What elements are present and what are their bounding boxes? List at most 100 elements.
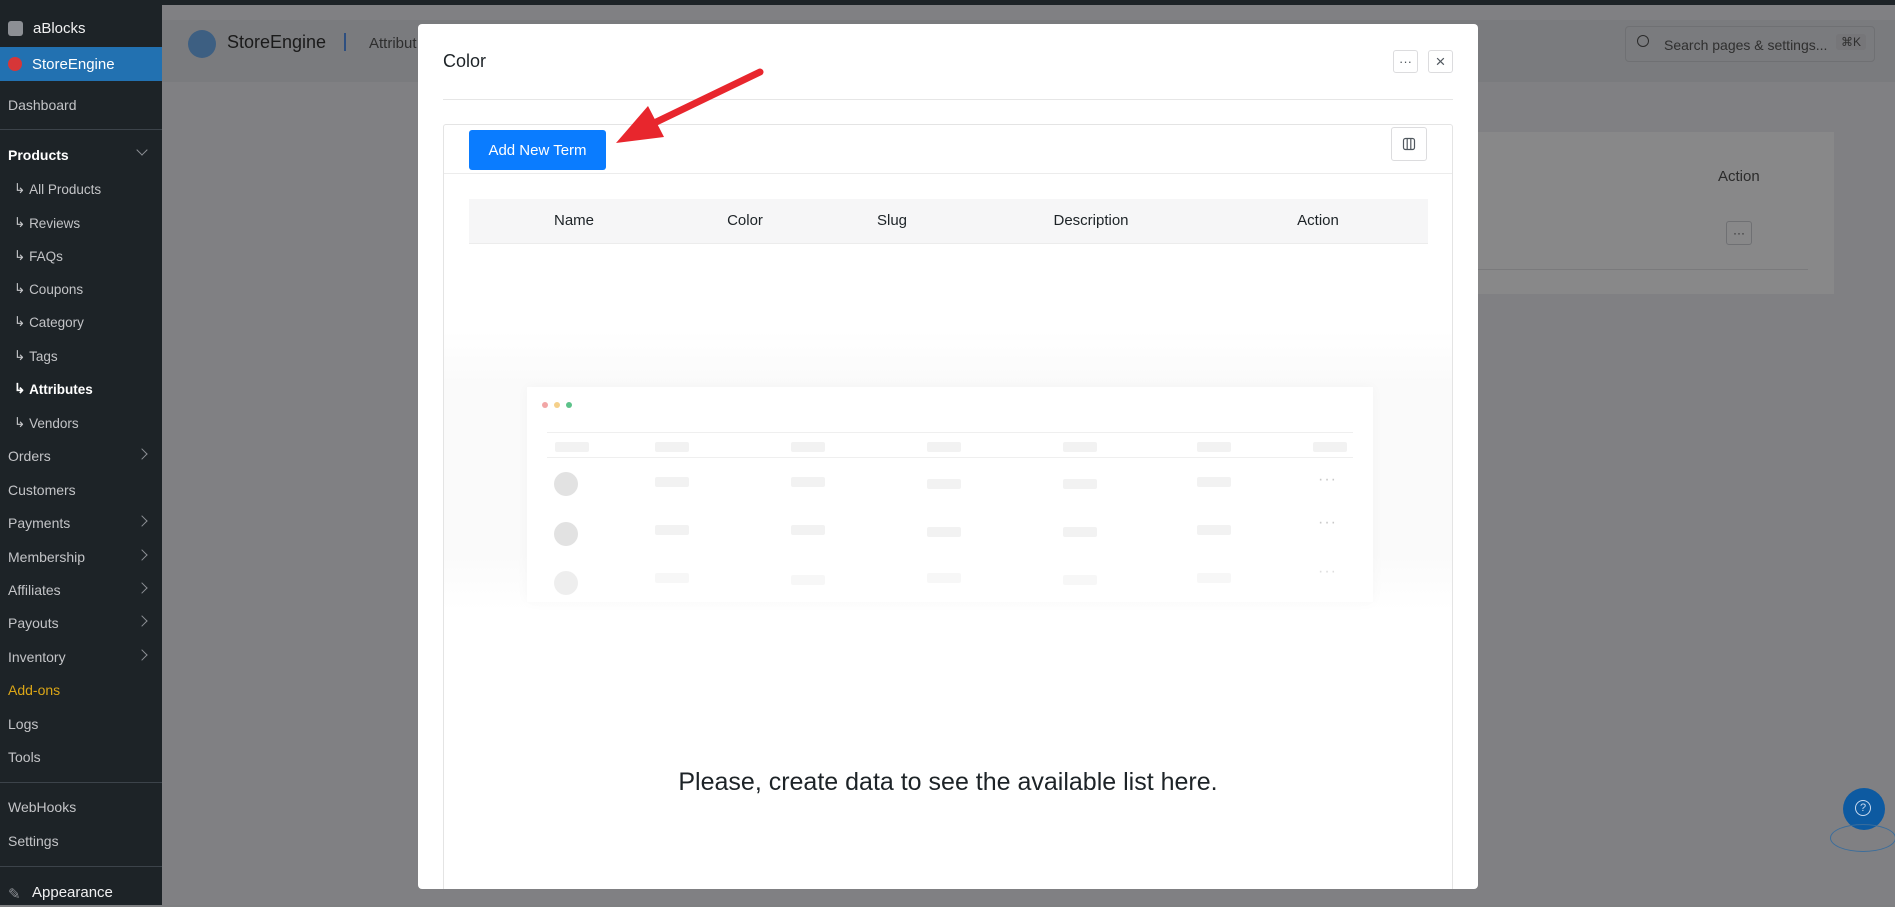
sidebar-item-label: Payouts xyxy=(8,615,59,631)
chevron-right-icon xyxy=(136,549,148,561)
sidebar-item-label: Settings xyxy=(8,833,59,849)
submenu-marker-icon: ↳ xyxy=(14,415,30,430)
sidebar-item-label: Vendors xyxy=(29,415,79,431)
sidebar-divider xyxy=(0,129,162,130)
illustration-divider xyxy=(547,457,1353,458)
sidebar-item-settings[interactable]: Settings xyxy=(0,826,162,856)
column-header-slug[interactable]: Slug xyxy=(877,199,907,243)
empty-state-message: Please, create data to see the available… xyxy=(678,768,1218,796)
sidebar-item-label: Customers xyxy=(8,482,76,498)
search-shortcut-badge: ⌘K xyxy=(1835,34,1866,50)
sidebar-item-label: Appearance xyxy=(32,883,113,901)
row-menu-dots-icon: ··· xyxy=(1318,563,1337,580)
window-dot-green-icon xyxy=(566,402,572,408)
chevron-right-icon xyxy=(136,582,148,594)
sidebar-item-tags[interactable]: ↳ Tags xyxy=(0,341,162,371)
submenu-marker-icon: ↳ xyxy=(14,314,30,329)
add-new-term-button[interactable]: Add New Term xyxy=(469,130,606,170)
avatar-placeholder-icon xyxy=(554,472,578,496)
background-table-card: Action ··· xyxy=(1478,132,1834,294)
sidebar-item-label: Category xyxy=(29,314,84,330)
sidebar-item-logs[interactable]: Logs xyxy=(0,709,162,739)
sidebar-item-category[interactable]: ↳ Category xyxy=(0,307,162,337)
color-terms-modal: Color ··· × Add New Term Name Color Slug… xyxy=(418,24,1478,889)
sidebar-site-aBlocks[interactable]: aBlocks xyxy=(0,13,162,43)
sidebar-item-label: WebHooks xyxy=(8,799,77,815)
sidebar-item-label: Payments xyxy=(8,515,71,531)
sidebar-item-coupons[interactable]: ↳ Coupons xyxy=(0,274,162,304)
close-button[interactable]: × xyxy=(1428,50,1453,73)
chevron-right-icon xyxy=(136,515,148,527)
illustration-divider xyxy=(547,432,1353,433)
skeleton-bar xyxy=(655,525,689,535)
sidebar-item-orders[interactable]: Orders xyxy=(0,441,162,471)
skeleton-bar xyxy=(791,442,825,452)
column-header-description[interactable]: Description xyxy=(1053,199,1128,243)
sidebar-item-affiliates[interactable]: Affiliates xyxy=(0,575,162,605)
skeleton-bar xyxy=(655,477,689,487)
breadcrumb[interactable]: Attribut xyxy=(369,35,417,52)
column-header-name[interactable]: Name xyxy=(554,199,594,243)
sidebar-item-customers[interactable]: Customers xyxy=(0,475,162,505)
row-menu-dots-icon: ··· xyxy=(1318,514,1337,531)
column-header-color[interactable]: Color xyxy=(727,199,763,243)
more-options-button[interactable]: ··· xyxy=(1393,50,1418,73)
sidebar-item-label: Tags xyxy=(29,348,58,364)
skeleton-bar xyxy=(1197,442,1231,452)
submenu-marker-icon: ↳ xyxy=(14,248,30,263)
bg-row-action-button[interactable]: ··· xyxy=(1726,221,1752,245)
search-icon xyxy=(1637,35,1649,47)
modal-title: Color xyxy=(443,51,487,71)
column-header-action[interactable]: Action xyxy=(1297,199,1339,243)
sidebar-item-inventory[interactable]: Inventory xyxy=(0,642,162,672)
sidebar-item-payments[interactable]: Payments xyxy=(0,508,162,538)
sidebar-item-appearance[interactable]: ✎ Appearance xyxy=(0,877,162,907)
chevron-right-icon xyxy=(136,615,148,627)
sidebar-divider xyxy=(0,782,162,783)
bg-row-divider xyxy=(1478,269,1808,270)
sidebar-item-reviews[interactable]: ↳ Reviews xyxy=(0,208,162,238)
columns-icon xyxy=(1402,137,1416,151)
empty-state-illustration: ··· ··· ··· xyxy=(527,387,1373,602)
skeleton-bar xyxy=(1197,573,1231,583)
table-header: Name Color Slug Description Action xyxy=(469,199,1428,244)
sidebar-item-label: Reviews xyxy=(29,215,81,231)
column-settings-button[interactable] xyxy=(1391,127,1427,161)
sidebar-site-label: aBlocks xyxy=(33,19,86,37)
submenu-marker-icon: ↳ xyxy=(14,181,30,196)
chevron-right-icon xyxy=(136,649,148,661)
sidebar-item-label: All Products xyxy=(29,181,102,197)
sidebar-item-payouts[interactable]: Payouts xyxy=(0,608,162,638)
search-input[interactable]: Search pages & settings... ⌘K xyxy=(1625,26,1875,62)
sidebar-item-label: Tools xyxy=(8,749,41,765)
skeleton-bar xyxy=(791,575,825,585)
sidebar-item-tools[interactable]: Tools xyxy=(0,742,162,772)
help-button-shadow xyxy=(1830,824,1895,852)
sidebar-item-label: Inventory xyxy=(8,649,66,665)
sidebar-item-dashboard[interactable]: Dashboard xyxy=(0,90,162,120)
sidebar-item-attributes[interactable]: ↳ Attributes xyxy=(0,374,162,404)
sidebar-item-label: Orders xyxy=(8,448,51,464)
sidebar-item-vendors[interactable]: ↳ Vendors xyxy=(0,408,162,438)
skeleton-bar xyxy=(655,573,689,583)
sidebar-item-addons[interactable]: Add-ons xyxy=(0,675,162,705)
sidebar-item-products[interactable]: Products xyxy=(0,140,162,170)
sidebar-item-label: Attributes xyxy=(29,381,93,397)
window-dot-red-icon xyxy=(542,402,548,408)
skeleton-bar xyxy=(791,477,825,487)
submenu-marker-icon: ↳ xyxy=(14,381,30,396)
sidebar-item-storeengine[interactable]: StoreEngine xyxy=(0,47,162,81)
chevron-right-icon xyxy=(136,448,148,460)
sidebar-item-membership[interactable]: Membership xyxy=(0,542,162,572)
skeleton-bar xyxy=(1063,479,1097,489)
terms-table-panel: Add New Term Name Color Slug Description… xyxy=(443,124,1453,889)
chevron-down-icon xyxy=(136,144,148,156)
sidebar-item-webhooks[interactable]: WebHooks xyxy=(0,792,162,822)
panel-divider xyxy=(444,173,1452,174)
storeengine-menu-icon xyxy=(8,57,22,71)
skeleton-bar xyxy=(927,573,961,583)
paintbrush-icon: ✎ xyxy=(8,886,21,903)
skeleton-bar xyxy=(1063,527,1097,537)
sidebar-item-faqs[interactable]: ↳ FAQs xyxy=(0,241,162,271)
sidebar-item-all-products[interactable]: ↳ All Products xyxy=(0,174,162,204)
